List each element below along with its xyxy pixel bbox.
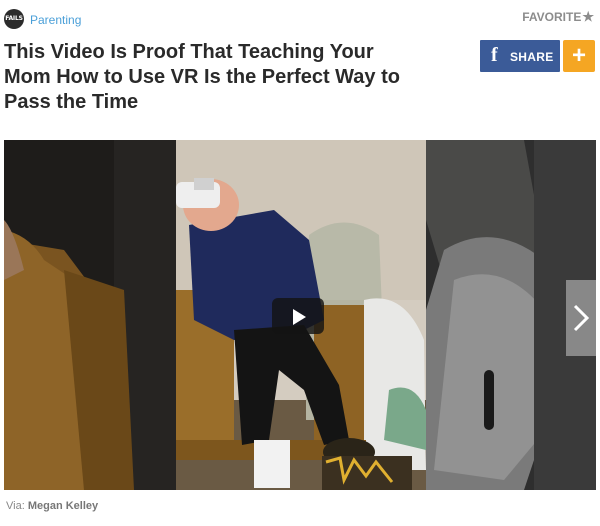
share-label: SHARE [510, 50, 554, 64]
star-icon: ★ [582, 9, 594, 24]
article-title: This Video Is Proof That Teaching Your M… [4, 41, 400, 113]
plus-icon: + [571, 42, 586, 69]
facebook-icon: f [491, 44, 498, 66]
chevron-right-icon [573, 304, 590, 332]
facebook-share-button[interactable]: f SHARE [480, 40, 560, 72]
site-logo[interactable]: FAILS [4, 9, 24, 29]
play-button[interactable] [272, 298, 324, 334]
favorite-button[interactable]: FAVORITE★ [522, 9, 594, 25]
credit-prefix: Via: [6, 500, 25, 512]
next-slide-button[interactable] [566, 280, 596, 356]
top-bar: FAILS Parenting FAVORITE★ [4, 8, 594, 32]
video-player[interactable] [4, 140, 596, 490]
category-link[interactable]: Parenting [30, 13, 81, 27]
credit-author[interactable]: Megan Kelley [28, 500, 98, 512]
more-share-button[interactable]: + [563, 40, 595, 72]
favorite-label: FAVORITE [522, 10, 582, 24]
media-credit: Via: Megan Kelley [6, 500, 98, 512]
